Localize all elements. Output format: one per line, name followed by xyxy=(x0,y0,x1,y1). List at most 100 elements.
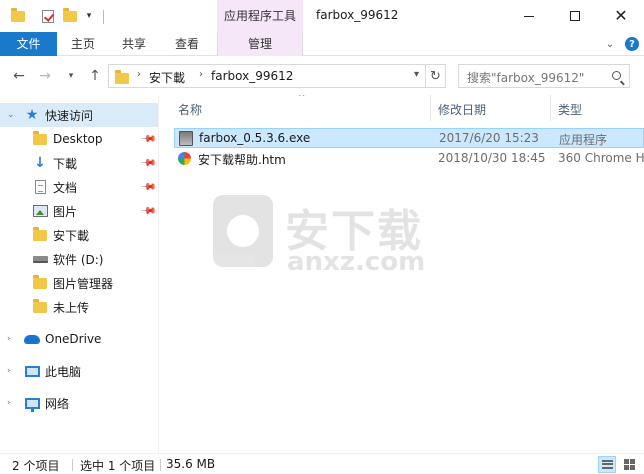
chevron-down-icon[interactable]: ⌄ xyxy=(7,110,15,120)
chevron-down-icon[interactable]: ▾ xyxy=(414,69,419,80)
network-icon xyxy=(24,396,40,412)
file-list: ^ 名称 修改日期 类型 安下载 anxz.com farbox_0.5.3.6… xyxy=(160,95,644,453)
pin-icon: 📌 xyxy=(139,130,157,148)
tab-home[interactable]: 主页 xyxy=(62,32,104,56)
picture-icon xyxy=(32,204,48,218)
selected-count: 选中 1 个项目 xyxy=(80,459,156,473)
sidebar-item-label: OneDrive xyxy=(45,332,102,346)
sidebar-item-label: 网络 xyxy=(45,396,70,411)
forward-button[interactable]: → xyxy=(36,67,54,85)
window-title: farbox_99612 xyxy=(316,8,399,22)
sidebar-item-pictures[interactable]: 图片 📌 xyxy=(0,199,158,223)
up-button[interactable]: ↑ xyxy=(86,67,104,85)
pc-icon xyxy=(24,364,40,378)
sidebar-item-quick-access[interactable]: ⌄ ★ 快速访问 xyxy=(0,103,158,127)
breadcrumb-item[interactable]: farbox_99612 xyxy=(211,69,293,83)
pin-icon: 📌 xyxy=(139,154,157,172)
recent-locations-button[interactable]: ▾ xyxy=(62,67,80,85)
exe-icon xyxy=(179,131,193,146)
watermark: 安下载 anxz.com xyxy=(213,195,503,277)
file-name: 安下载帮助.htm xyxy=(198,153,286,167)
sidebar-item-onedrive[interactable]: › OneDrive xyxy=(0,327,158,351)
status-bar: 2 个项目 选中 1 个项目 35.6 MB xyxy=(0,453,644,474)
file-name: farbox_0.5.3.6.exe xyxy=(199,131,311,145)
table-row[interactable]: 安下载帮助.htm 2018/10/30 18:45 360 Chrome H xyxy=(174,149,644,169)
folder-icon[interactable] xyxy=(10,7,26,24)
chevron-right-icon: › xyxy=(199,69,203,80)
watermark-subtext: anxz.com xyxy=(287,247,426,277)
sidebar-item-documents[interactable]: 文档 📌 xyxy=(0,175,158,199)
minimize-icon xyxy=(524,15,534,17)
watermark-logo-icon xyxy=(213,195,273,267)
maximize-icon xyxy=(570,11,580,21)
context-tab-header: 应用程序工具 xyxy=(217,0,303,32)
breadcrumb-item[interactable]: 安下載 xyxy=(149,69,185,86)
maximize-button[interactable] xyxy=(552,0,598,32)
chrome-html-icon xyxy=(178,152,191,165)
folder-icon xyxy=(115,70,129,84)
table-row[interactable]: farbox_0.5.3.6.exe 2017/6/20 15:23 应用程序 xyxy=(174,128,644,148)
details-view-button[interactable] xyxy=(598,456,616,473)
sidebar-item-label: 下載 xyxy=(53,156,78,171)
title-bar: ▾ 应用程序工具 farbox_99612 ✕ xyxy=(0,0,644,32)
search-input[interactable]: 搜索"farbox_99612" xyxy=(458,64,630,88)
folder-icon xyxy=(32,226,48,242)
pane-splitter[interactable] xyxy=(158,95,159,453)
navigation-bar: ← → ▾ ↑ › 安下載 › farbox_99612 ▾ ↻ 搜索"farb… xyxy=(0,57,644,95)
tab-view[interactable]: 查看 xyxy=(166,32,208,56)
sidebar-item-network[interactable]: › 网络 xyxy=(0,391,158,415)
properties-icon[interactable] xyxy=(40,8,56,24)
sidebar-item-anxz[interactable]: 安下載 xyxy=(0,223,158,247)
tab-manage[interactable]: 管理 xyxy=(217,32,303,56)
column-divider[interactable] xyxy=(430,95,431,121)
close-button[interactable]: ✕ xyxy=(598,0,644,32)
sidebar-item-downloads[interactable]: ↓ 下載 📌 xyxy=(0,151,158,175)
watermark-text: 安下载 xyxy=(285,206,423,257)
minimize-button[interactable] xyxy=(506,0,552,32)
refresh-button[interactable]: ↻ xyxy=(426,64,446,88)
ribbon-collapse-icon[interactable]: ⌄ xyxy=(602,36,618,52)
arrow-left-icon: ← xyxy=(13,68,25,84)
large-icons-view-button[interactable] xyxy=(620,456,638,473)
document-icon xyxy=(32,180,48,194)
column-name[interactable]: 名称 xyxy=(178,101,202,118)
file-date: 2017/6/20 15:23 xyxy=(439,131,539,145)
search-icon xyxy=(612,71,621,80)
close-icon: ✕ xyxy=(614,6,628,25)
sort-ascending-icon: ^ xyxy=(298,95,306,103)
pin-icon: 📌 xyxy=(139,178,157,196)
column-type[interactable]: 类型 xyxy=(558,101,582,118)
sidebar-item-desktop[interactable]: Desktop 📌 xyxy=(0,127,158,151)
new-folder-icon[interactable] xyxy=(62,7,78,24)
sidebar-item-drive-d[interactable]: 软件 (D:) xyxy=(0,247,158,271)
back-button[interactable]: ← xyxy=(10,67,28,85)
tab-share[interactable]: 共享 xyxy=(113,32,155,56)
column-divider[interactable] xyxy=(550,95,551,121)
selected-size: 35.6 MB xyxy=(166,457,216,471)
file-type: 360 Chrome H xyxy=(558,151,644,165)
arrow-up-icon: ↑ xyxy=(89,68,101,84)
chevron-right-icon[interactable]: › xyxy=(7,366,11,376)
tab-file[interactable]: 文件 xyxy=(0,32,57,56)
help-button[interactable]: ? xyxy=(624,36,640,52)
file-type: 应用程序 xyxy=(559,133,608,147)
address-bar[interactable]: › 安下載 › farbox_99612 ▾ xyxy=(108,64,426,88)
arrow-right-icon: → xyxy=(39,68,51,84)
chevron-right-icon[interactable]: › xyxy=(7,334,11,344)
sidebar-item-label: 图片 xyxy=(53,204,78,219)
quick-access-dropdown-icon[interactable]: ▾ xyxy=(82,8,96,24)
status-separator xyxy=(160,459,161,471)
download-icon: ↓ xyxy=(34,155,46,171)
sidebar-item-picture-manager[interactable]: 图片管理器 xyxy=(0,271,158,295)
sidebar-item-this-pc[interactable]: › 此电脑 xyxy=(0,359,158,383)
folder-icon xyxy=(32,274,48,290)
ribbon-tabs: 文件 主页 共享 查看 管理 ⌄ ? xyxy=(0,32,644,56)
column-date-modified[interactable]: 修改日期 xyxy=(438,101,486,118)
folder-icon xyxy=(32,130,48,146)
drive-icon xyxy=(32,252,48,266)
sidebar-item-not-uploaded[interactable]: 未上传 xyxy=(0,295,158,319)
chevron-right-icon[interactable]: › xyxy=(7,398,11,408)
sidebar-item-label: Desktop xyxy=(53,132,103,146)
sidebar-item-label: 此电脑 xyxy=(45,364,82,379)
title-separator xyxy=(103,10,104,24)
